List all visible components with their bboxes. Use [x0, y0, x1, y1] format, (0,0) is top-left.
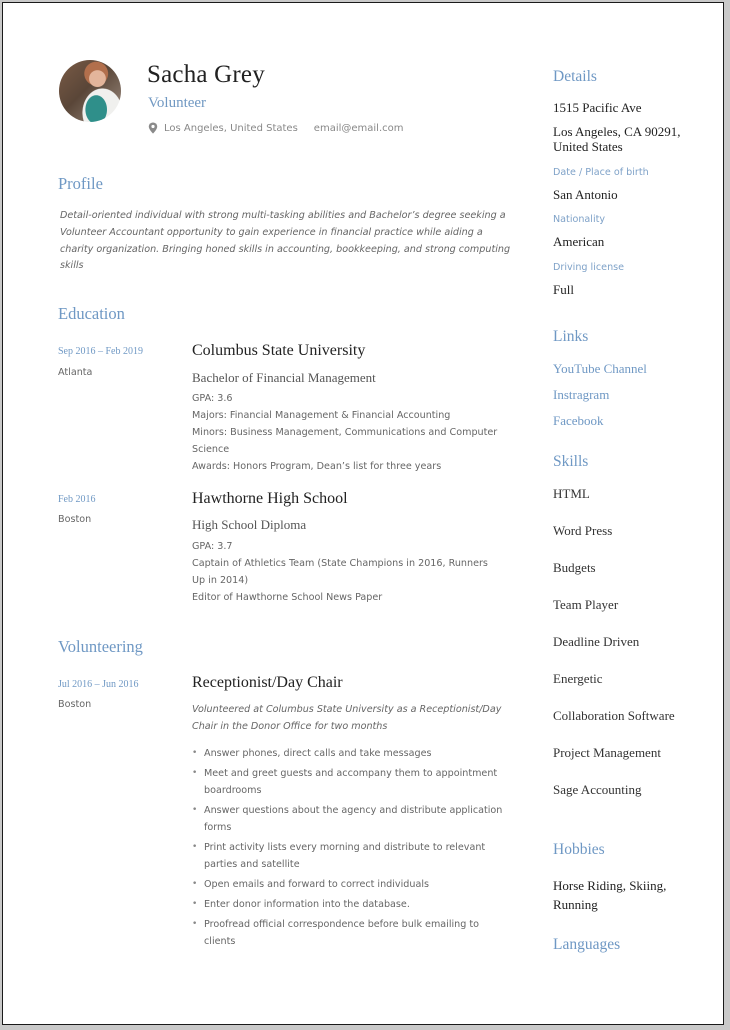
entry-place: Boston — [58, 514, 92, 525]
map-pin-icon — [148, 122, 158, 134]
volunteering-heading: Volunteering — [58, 637, 143, 656]
entry-detail: GPA: 3.7 — [192, 541, 233, 552]
entry-detail: Majors: Financial Management & Financial… — [192, 410, 451, 421]
list-item: Open emails and forward to correct indiv… — [192, 876, 510, 893]
skill-item: Collaboration Software — [553, 708, 675, 723]
links-heading: Links — [553, 328, 589, 345]
profile-heading: Profile — [58, 174, 103, 193]
entry-place: Atlanta — [58, 367, 93, 378]
resume-page: Sacha Grey Volunteer Los Angeles, United… — [2, 2, 724, 1025]
list-item: Proofread official correspondence before… — [192, 916, 510, 950]
duty-list: Answer phones, direct calls and take mes… — [192, 745, 510, 953]
school-name: Hawthorne High School — [192, 490, 348, 507]
list-item: Print activity lists every morning and d… — [192, 839, 510, 873]
entry-dates: Jul 2016 – Jun 2016 — [58, 679, 139, 690]
nationality-value: American — [553, 234, 605, 249]
entry-detail: GPA: 3.6 — [192, 393, 233, 404]
address-line-1: 1515 Pacific Ave — [553, 100, 642, 115]
hobbies-heading: Hobbies — [553, 841, 605, 858]
birth-value: San Antonio — [553, 187, 618, 202]
skill-item: Team Player — [553, 597, 619, 612]
entry-place: Boston — [58, 699, 92, 710]
skills-heading: Skills — [553, 453, 589, 470]
skill-item: Energetic — [553, 671, 603, 686]
skill-item: Word Press — [553, 523, 613, 538]
job-title: Volunteer — [148, 95, 207, 111]
location-text: Los Angeles, United States — [164, 122, 298, 134]
link-youtube[interactable]: YouTube Channel — [553, 361, 647, 377]
school-name: Columbus State University — [192, 342, 366, 359]
list-item: Answer phones, direct calls and take mes… — [192, 745, 510, 762]
candidate-name: Sacha Grey — [147, 61, 265, 88]
role-summary: Volunteered at Columbus State University… — [192, 704, 502, 732]
entry-detail: Minors: Business Management, Communicati… — [192, 427, 498, 455]
avatar-photo — [59, 60, 121, 122]
skill-item: Deadline Driven — [553, 634, 640, 649]
email-link[interactable]: email@email.com — [314, 123, 404, 134]
link-instagram[interactable]: Instragram — [553, 387, 609, 403]
details-heading: Details — [553, 68, 597, 85]
entry-detail: Captain of Athletics Team (State Champio… — [192, 558, 488, 586]
education-heading: Education — [58, 304, 125, 323]
nationality-label: Nationality — [553, 214, 606, 225]
role-title: Receptionist/Day Chair — [192, 674, 343, 691]
list-item: Enter donor information into the databas… — [192, 896, 510, 913]
skill-item: Sage Accounting — [553, 782, 642, 797]
link-facebook[interactable]: Facebook — [553, 413, 604, 429]
skill-item: Budgets — [553, 560, 596, 575]
contact-line: Los Angeles, United States email@email.c… — [148, 122, 404, 134]
skill-item: Project Management — [553, 745, 661, 760]
entry-detail: Awards: Honors Program, Dean’s list for … — [192, 461, 442, 472]
entry-dates: Sep 2016 – Feb 2019 — [58, 346, 143, 357]
degree: Bachelor of Financial Management — [192, 370, 376, 385]
list-item: Answer questions about the agency and di… — [192, 802, 510, 836]
address-line-2: Los Angeles, CA 90291, — [553, 124, 681, 139]
profile-text: Detail-oriented individual with strong m… — [60, 210, 511, 272]
entry-dates: Feb 2016 — [58, 494, 96, 505]
address-line-3: United States — [553, 139, 623, 154]
list-item: Meet and greet guests and accompany them… — [192, 765, 510, 799]
entry-detail: Editor of Hawthorne School News Paper — [192, 592, 383, 603]
skill-item: HTML — [553, 486, 590, 501]
degree: High School Diploma — [192, 517, 307, 532]
birth-label: Date / Place of birth — [553, 167, 649, 178]
license-value: Full — [553, 282, 574, 297]
languages-heading: Languages — [553, 936, 621, 953]
hobbies-text: Horse Riding, Skiing, Running — [553, 878, 667, 912]
license-label: Driving license — [553, 262, 625, 273]
